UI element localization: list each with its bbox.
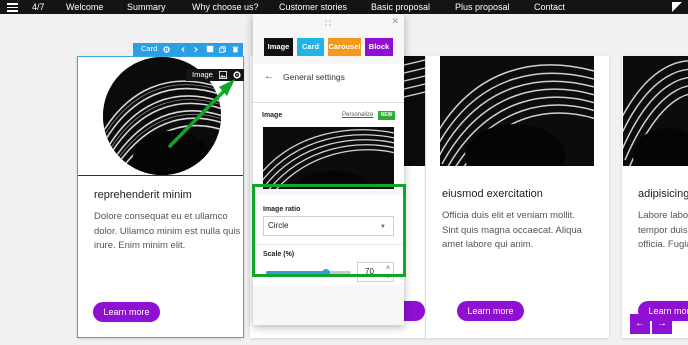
- next-slide-button[interactable]: →: [652, 314, 672, 334]
- back-arrow-icon[interactable]: ←: [264, 71, 274, 82]
- card-image: [440, 56, 594, 166]
- card-image: [623, 56, 688, 166]
- image-toolbar: Image: [186, 69, 244, 81]
- chevron-right-icon[interactable]: [192, 46, 199, 53]
- learn-more-button[interactable]: Learn more: [457, 301, 524, 321]
- drag-handle-icon[interactable]: [325, 20, 331, 26]
- image-ratio-value: Circle: [268, 221, 289, 230]
- image-icon[interactable]: [219, 71, 227, 79]
- image-toolbar-label: Image: [192, 70, 213, 79]
- chevron-left-icon[interactable]: [180, 46, 187, 53]
- scale-label: Scale (%): [263, 251, 295, 258]
- settings-header: General settings: [283, 72, 345, 82]
- scale-slider[interactable]: [266, 268, 351, 277]
- tab-block[interactable]: Block: [365, 38, 393, 56]
- architecture-photo: [440, 56, 594, 166]
- nav-item-plus-proposal[interactable]: Plus proposal: [455, 1, 510, 13]
- nav-item-customer-stories[interactable]: Customer stories: [279, 1, 347, 13]
- card[interactable]: eiusmod exercitation Officia duis elit e…: [426, 56, 609, 338]
- nav-item-why-choose-us[interactable]: Why choose us?: [192, 1, 259, 13]
- card-body: Labore labore tempor duis officia. Fugia: [638, 210, 688, 250]
- tab-carousel[interactable]: Carousel: [328, 38, 361, 56]
- card-body: Officia duis elit et veniam mollit. Sint…: [442, 210, 582, 250]
- card-body: Dolore consequat eu et ullamco dolor. Ul…: [94, 211, 241, 251]
- nav-item-summary[interactable]: Summary: [127, 1, 166, 13]
- image-ratio-label: Image ratio: [263, 206, 301, 213]
- card-title: eiusmod exercitation: [442, 188, 543, 200]
- card-title: reprehenderit minim: [94, 189, 192, 201]
- image-preview[interactable]: [263, 127, 394, 189]
- scale-slider-knob[interactable]: [321, 268, 330, 277]
- architecture-photo: [263, 127, 394, 189]
- gear-icon[interactable]: [163, 46, 170, 53]
- divider: [253, 102, 404, 103]
- scale-input[interactable]: 70 ˄ ˅: [357, 262, 394, 282]
- image-label: Image: [262, 112, 283, 119]
- card-title: adipisicing: [638, 188, 688, 200]
- nav-item-contact[interactable]: Contact: [534, 1, 565, 13]
- tab-image[interactable]: Image: [264, 38, 293, 56]
- gear-icon[interactable]: [233, 71, 241, 79]
- card-divider: [78, 175, 243, 176]
- chevron-down-icon: ▼: [380, 224, 386, 230]
- edit-box-icon[interactable]: [206, 45, 214, 53]
- close-icon[interactable]: ✕: [391, 16, 399, 27]
- card[interactable]: adipisicing Labore labore tempor duis of…: [622, 56, 688, 338]
- card-selected[interactable]: reprehenderit minim Dolore consequat eu …: [77, 56, 244, 338]
- nav-item-welcome[interactable]: Welcome: [66, 1, 103, 13]
- top-navigation-bar: 4/7 Welcome Summary Why choose us? Custo…: [0, 0, 688, 14]
- scale-slider-fill: [266, 271, 326, 274]
- architecture-photo: [623, 56, 688, 166]
- card-toolbar: Card: [133, 43, 243, 56]
- prev-slide-button[interactable]: ←: [630, 314, 650, 334]
- trash-icon[interactable]: [232, 46, 239, 53]
- personalize-link[interactable]: Personalize: [342, 112, 373, 118]
- nav-item-basic-proposal[interactable]: Basic proposal: [371, 1, 430, 13]
- menu-icon[interactable]: [7, 3, 18, 12]
- settings-panel: ✕ Image Card Carousel Block ← General se…: [253, 14, 404, 325]
- card-toolbar-label: Card: [141, 44, 158, 53]
- image-ratio-select[interactable]: Circle ▼: [263, 216, 394, 236]
- slide-counter: 4/7: [32, 2, 45, 12]
- tab-card[interactable]: Card: [297, 38, 324, 56]
- scale-value: 70: [365, 267, 374, 276]
- duplicate-icon[interactable]: [219, 46, 226, 53]
- divider: [253, 244, 404, 245]
- chevron-down-icon[interactable]: ˅: [386, 269, 390, 287]
- new-badge: NEW: [378, 111, 395, 120]
- logo-icon: [672, 2, 682, 12]
- learn-more-button[interactable]: Learn more: [93, 302, 160, 322]
